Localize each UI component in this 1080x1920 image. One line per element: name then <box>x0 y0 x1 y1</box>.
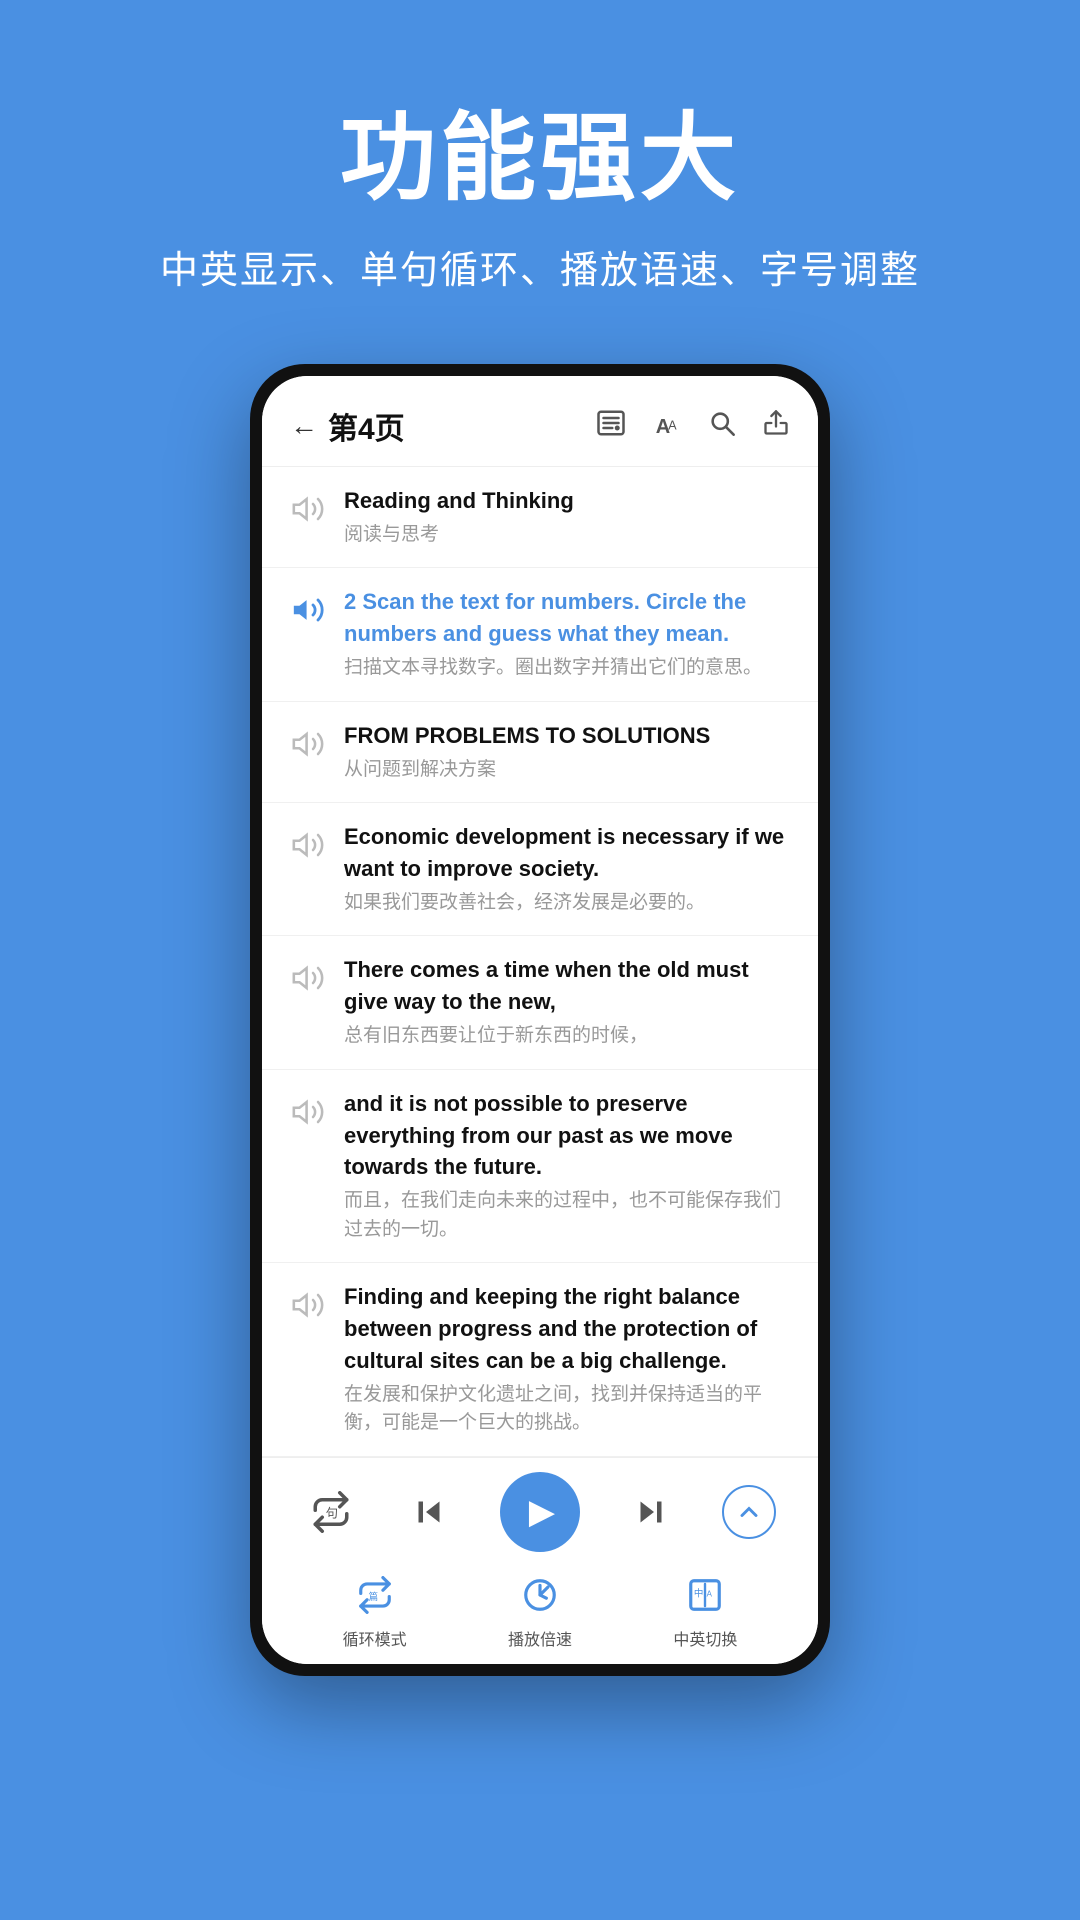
svg-text:中: 中 <box>694 1588 704 1600</box>
list-item[interactable]: Economic development is necessary if we … <box>262 803 818 936</box>
app-header: ← 第4页 A A <box>262 376 818 467</box>
sound-button[interactable] <box>286 487 330 531</box>
item-english-text: Reading and Thinking <box>344 485 794 517</box>
sound-button[interactable] <box>286 588 330 632</box>
share-icon[interactable] <box>762 409 790 444</box>
font-size-icon[interactable]: A A <box>652 408 682 445</box>
item-chinese-text: 从问题到解决方案 <box>344 756 794 785</box>
sound-button[interactable] <box>286 1090 330 1134</box>
item-english-text: and it is not possible to preserve every… <box>344 1088 794 1184</box>
item-english-text: 2 Scan the text for numbers. Circle the … <box>344 586 794 650</box>
tab-loop-mode[interactable]: 篇 循环模式 <box>343 1576 407 1650</box>
list-settings-icon[interactable] <box>596 408 626 445</box>
phone-mockup: ← 第4页 A A <box>250 364 830 1676</box>
sound-button[interactable] <box>286 823 330 867</box>
svg-text:句: 句 <box>326 1506 338 1520</box>
item-english-text: Economic development is necessary if we … <box>344 821 794 885</box>
play-button[interactable] <box>500 1472 580 1552</box>
list-item[interactable]: Finding and keeping the right balance be… <box>262 1263 818 1457</box>
tab-lang-switch[interactable]: 中 A 中英切换 <box>673 1576 737 1650</box>
player-bar: 句 <box>262 1457 818 1664</box>
next-button[interactable] <box>624 1485 678 1539</box>
item-english-text: Finding and keeping the right balance be… <box>344 1281 794 1377</box>
item-chinese-text: 总有旧东西要让位于新东西的时候， <box>344 1022 794 1051</box>
item-chinese-text: 扫描文本寻找数字。圈出数字并猜出它们的意思。 <box>344 654 794 683</box>
back-button[interactable]: ← <box>290 410 318 442</box>
item-chinese-text: 而且，在我们走向未来的过程中，也不可能保存我们过去的一切。 <box>344 1187 794 1244</box>
item-chinese-text: 阅读与思考 <box>344 521 794 550</box>
page-indicator: 第4页 <box>328 404 596 448</box>
promo-title: 功能强大 <box>340 80 740 219</box>
loop-mode-icon: 篇 <box>356 1576 394 1622</box>
loop-sentence-button[interactable]: 句 <box>304 1485 358 1539</box>
lang-switch-label: 中英切换 <box>673 1626 737 1650</box>
promo-subtitle: 中英显示、单句循环、播放语速、字号调整 <box>160 239 920 294</box>
item-chinese-text: 在发展和保护文化遗址之间，找到并保持适当的平衡，可能是一个巨大的挑战。 <box>344 1381 794 1438</box>
sound-button[interactable] <box>286 956 330 1000</box>
content-list: Reading and Thinking 阅读与思考 2 Scan the tex… <box>262 467 818 1457</box>
loop-mode-label: 循环模式 <box>343 1626 407 1650</box>
svg-text:A: A <box>668 418 677 432</box>
svg-text:篇: 篇 <box>368 1591 378 1603</box>
prev-button[interactable] <box>402 1485 456 1539</box>
tab-speed[interactable]: 播放倍速 <box>508 1576 572 1650</box>
player-controls: 句 <box>282 1472 798 1552</box>
list-item[interactable]: and it is not possible to preserve every… <box>262 1070 818 1264</box>
item-english-text: FROM PROBLEMS TO SOLUTIONS <box>344 720 794 752</box>
speed-icon <box>521 1576 559 1622</box>
search-icon[interactable] <box>708 409 736 444</box>
sound-button[interactable] <box>286 722 330 766</box>
speed-label: 播放倍速 <box>508 1626 572 1650</box>
bottom-tabs: 篇 循环模式 播放倍速 <box>282 1568 798 1654</box>
list-item[interactable]: Reading and Thinking 阅读与思考 <box>262 467 818 568</box>
item-english-text: There comes a time when the old must giv… <box>344 954 794 1018</box>
header-icons: A A <box>596 408 790 445</box>
phone-screen: ← 第4页 A A <box>262 376 818 1664</box>
item-chinese-text: 如果我们要改善社会，经济发展是必要的。 <box>344 889 794 918</box>
list-item[interactable]: There comes a time when the old must giv… <box>262 936 818 1069</box>
list-item[interactable]: 2 Scan the text for numbers. Circle the … <box>262 568 818 701</box>
sound-button[interactable] <box>286 1283 330 1327</box>
lang-switch-icon: 中 A <box>686 1576 724 1622</box>
list-item[interactable]: FROM PROBLEMS TO SOLUTIONS 从问题到解决方案 <box>262 702 818 803</box>
scroll-up-button[interactable] <box>722 1485 776 1539</box>
svg-text:A: A <box>707 1590 713 1599</box>
promo-area: 功能强大 中英显示、单句循环、播放语速、字号调整 <box>0 0 1080 344</box>
